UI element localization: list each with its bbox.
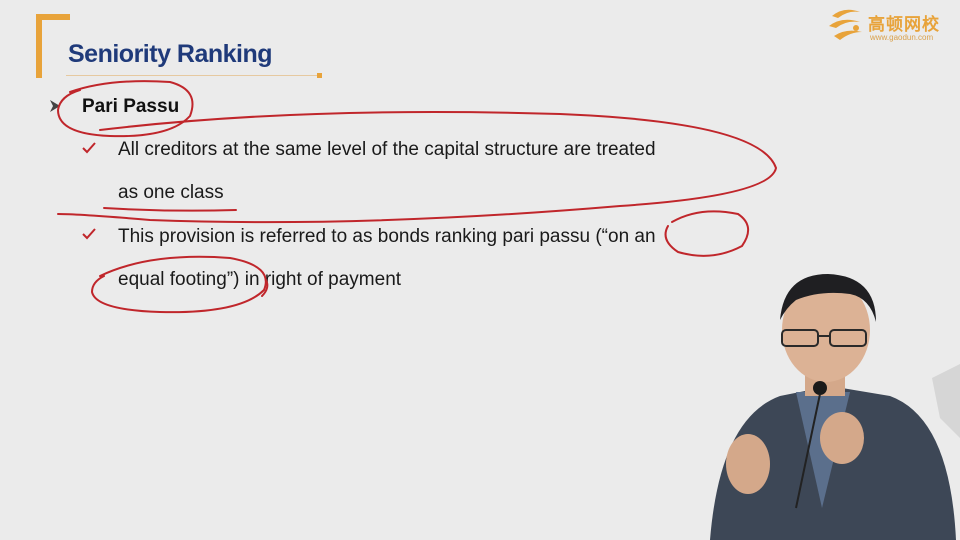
brand-url: www.gaodun.com [870, 33, 934, 42]
brand-name: 高顿网校 [868, 15, 940, 34]
section-heading: Pari Passu [82, 96, 180, 117]
bullet-point-2-line-1: This provision is referred to as bonds r… [118, 226, 656, 247]
gaodun-logo-icon [829, 9, 862, 40]
title-underline [66, 75, 318, 76]
checkmark-icon [82, 142, 96, 154]
presenter-video-overlay [710, 274, 960, 540]
slide-title: Seniority Ranking [68, 40, 273, 68]
title-underline-dot [317, 73, 322, 78]
bullet-point-1-line-1: All creditors at the same level of the c… [118, 139, 656, 160]
bullet-point-1: All creditors at the same level of the c… [118, 128, 768, 214]
bullet-point-2-line-2: equal footing”) in right of payment [118, 269, 402, 290]
bullet-point-2: This provision is referred to as bonds r… [118, 215, 768, 301]
brand-logo: 高顿网校 www.gaodun.com [826, 4, 954, 46]
title-bracket-decoration [36, 14, 70, 78]
lecture-slide: Seniority Ranking 高顿网校 www.gaodun.com Pa… [0, 0, 960, 540]
checkmark-icon [82, 228, 96, 240]
arrow-bullet-icon [50, 100, 60, 112]
bullet-point-1-line-2: as one class [118, 182, 224, 203]
